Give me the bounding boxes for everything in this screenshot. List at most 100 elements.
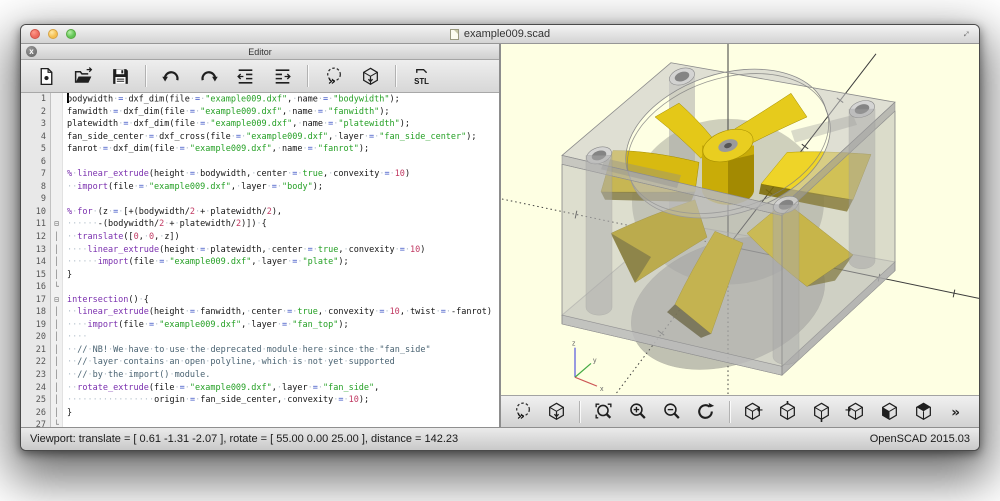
save-button[interactable] <box>103 62 137 90</box>
code-line[interactable]: 12│··translate([0,·0,·z]) <box>21 231 499 244</box>
minimize-window-button[interactable] <box>48 29 58 39</box>
fold-marker <box>51 206 63 219</box>
code-line[interactable]: 24│··rotate_extrude(file·=·"example009.d… <box>21 382 499 395</box>
zoom-in-button[interactable] <box>621 398 653 425</box>
code-text: ··rotate_extrude(file·=·"example009.dxf"… <box>63 382 499 395</box>
code-line[interactable]: 15│} <box>21 269 499 282</box>
code-line[interactable]: 26│} <box>21 407 499 420</box>
code-text: %·linear_extrude(height·=·bodywidth,·cen… <box>63 168 499 181</box>
fold-marker <box>51 193 63 206</box>
code-line[interactable]: 8··import(file·=·"example009.dxf",·layer… <box>21 181 499 194</box>
preview-button[interactable]: » <box>506 398 538 425</box>
code-line[interactable]: 27└ <box>21 419 499 427</box>
viewport-scene[interactable]: z y x <box>501 44 979 395</box>
code-line[interactable]: 21│··//·NB!·We·have·to·use·the·deprecate… <box>21 344 499 357</box>
v-back-button[interactable] <box>908 398 940 425</box>
axis-label-y: y <box>593 357 597 364</box>
fold-marker: │ <box>51 356 63 369</box>
code-text: ··translate([0,·0,·z]) <box>63 231 499 244</box>
code-line[interactable]: 16└ <box>21 281 499 294</box>
v-top-button[interactable] <box>771 398 803 425</box>
fold-marker: │ <box>51 319 63 332</box>
fold-marker: │ <box>51 369 63 382</box>
more-button[interactable]: » <box>942 398 974 425</box>
undo-button[interactable] <box>154 62 188 90</box>
code-line[interactable]: 4 fan_side_center·=·dxf_cross(file·=·"exa… <box>21 131 499 144</box>
code-line[interactable]: 14│······import(file·=·"example009.dxf",… <box>21 256 499 269</box>
code-line[interactable]: 19│····import(file·=·"example009.dxf",·l… <box>21 319 499 332</box>
fold-marker[interactable]: ⊟ <box>51 294 63 307</box>
code-line[interactable]: 13│····linear_extrude(height·=·platewidt… <box>21 244 499 257</box>
app-window: example009.scad ↔ x Editor » STL 1bodywid… <box>20 24 980 451</box>
v-left-icon <box>845 401 866 422</box>
v-right-button[interactable] <box>737 398 769 425</box>
render-button[interactable] <box>353 62 387 90</box>
code-line[interactable]: 1bodywidth·=·dxf_dim(file·=·"example009.… <box>21 93 499 106</box>
editor-panel: x Editor » STL 1bodywidth·=·dxf_dim(file·… <box>21 44 501 427</box>
line-number: 6 <box>21 156 51 169</box>
main-split: x Editor » STL 1bodywidth·=·dxf_dim(file·… <box>21 44 979 427</box>
code-area[interactable]: 1bodywidth·=·dxf_dim(file·=·"example009.… <box>21 93 499 427</box>
window-title: example009.scad <box>464 28 550 40</box>
line-number: 8 <box>21 181 51 194</box>
close-window-button[interactable] <box>30 29 40 39</box>
code-text: ··//·by·the·import()·module. <box>63 369 499 382</box>
indent-button[interactable] <box>265 62 299 90</box>
code-line[interactable]: 18│··linear_extrude(height·=·fanwidth,·c… <box>21 306 499 319</box>
code-line[interactable]: 5 fanrot·=·dxf_dim(file·=·"example009.dxf… <box>21 143 499 156</box>
code-line[interactable]: 2fanwidth·=·dxf_dim(file·=·"example009.d… <box>21 106 499 119</box>
line-number: 9 <box>21 193 51 206</box>
reset-button[interactable] <box>690 398 722 425</box>
title-bar[interactable]: example009.scad ↔ <box>21 25 979 44</box>
editor-panel-header[interactable]: x Editor <box>21 44 499 60</box>
fullscreen-icon[interactable]: ↔ <box>957 25 973 41</box>
code-text: bodywidth·=·dxf_dim(file·=·"example009.d… <box>63 93 499 106</box>
v-bottom-button[interactable] <box>805 398 837 425</box>
zoom-all-button[interactable] <box>587 398 619 425</box>
code-line[interactable]: 6 <box>21 156 499 169</box>
fold-marker: │ <box>51 231 63 244</box>
zoom-all-icon <box>593 401 614 422</box>
code-line[interactable]: 3platewidth·=·dxf_dim(file·=·"example009… <box>21 118 499 131</box>
toolbar-separator <box>307 65 308 87</box>
render-button[interactable] <box>540 398 572 425</box>
line-number: 23 <box>21 369 51 382</box>
redo-button[interactable] <box>191 62 225 90</box>
code-text: fan_side_center·=·dxf_cross(file·=·"exam… <box>63 131 499 144</box>
viewport-toolbar: »» <box>501 395 979 427</box>
preview-button[interactable]: » <box>316 62 350 90</box>
code-line[interactable]: 7%·linear_extrude(height·=·bodywidth,·ce… <box>21 168 499 181</box>
stl-button[interactable]: STL <box>404 62 438 90</box>
line-number: 17 <box>21 294 51 307</box>
code-line[interactable]: 22│··//·layer·contains·an·open·polyline,… <box>21 356 499 369</box>
code-line[interactable]: 11⊟······-(bodywidth/2·+·platewidth/2)])… <box>21 218 499 231</box>
preview-icon: » <box>512 401 533 422</box>
code-line[interactable]: 9 <box>21 193 499 206</box>
unindent-button[interactable] <box>228 62 262 90</box>
code-line[interactable]: 25│·················origin·=·fan_side_ce… <box>21 394 499 407</box>
new-button[interactable] <box>29 62 63 90</box>
close-editor-button[interactable]: x <box>26 46 37 57</box>
svg-text:STL: STL <box>414 76 429 85</box>
document-proxy-icon[interactable] <box>450 29 459 40</box>
code-text: fanrot·=·dxf_dim(file·=·"example009.dxf"… <box>63 143 499 156</box>
code-text: ······-(bodywidth/2·+·platewidth/2)])·{ <box>63 218 499 231</box>
line-number: 15 <box>21 269 51 282</box>
viewport-canvas[interactable]: z y x <box>501 44 979 395</box>
code-line[interactable]: 10%·for·(z·=·[+(bodywidth/2·+·platewidth… <box>21 206 499 219</box>
fold-marker: │ <box>51 244 63 257</box>
zoom-out-button[interactable] <box>656 398 688 425</box>
code-text: ···· <box>63 331 499 344</box>
v-left-button[interactable] <box>839 398 871 425</box>
line-number: 5 <box>21 143 51 156</box>
editor-toolbar: » STL <box>21 60 499 93</box>
open-button[interactable] <box>66 62 100 90</box>
code-line[interactable]: 23│··//·by·the·import()·module. <box>21 369 499 382</box>
line-number: 4 <box>21 131 51 144</box>
code-line[interactable]: 20│···· <box>21 331 499 344</box>
zoom-window-button[interactable] <box>66 29 76 39</box>
fold-marker[interactable]: ⊟ <box>51 218 63 231</box>
code-line[interactable]: 17⊟intersection()·{ <box>21 294 499 307</box>
v-front-button[interactable] <box>874 398 906 425</box>
fold-marker: │ <box>51 407 63 420</box>
